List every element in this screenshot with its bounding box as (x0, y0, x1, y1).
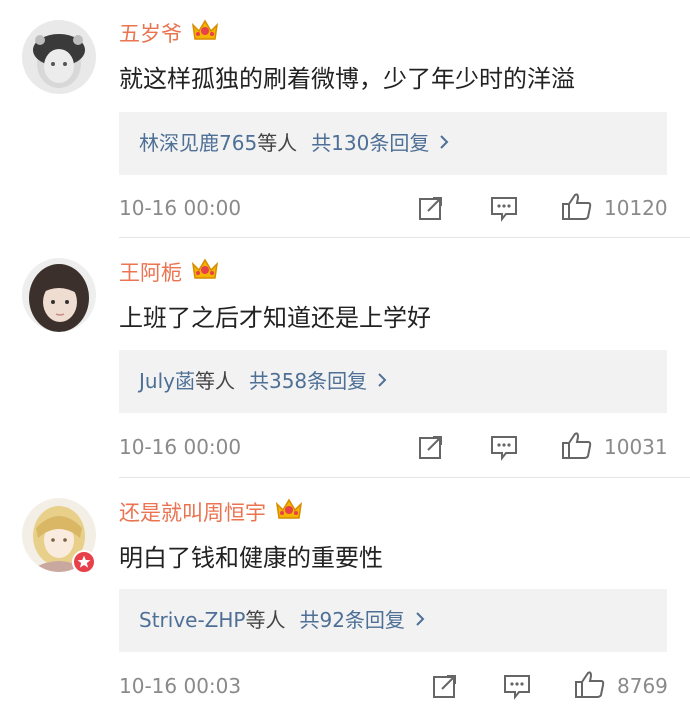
like-icon[interactable] (561, 192, 593, 226)
reply-count-link[interactable]: 共92条回复 (299, 608, 404, 632)
username[interactable]: 王阿栀 (119, 256, 220, 289)
comment-text: 上班了之后才知道还是上学好 (119, 304, 431, 332)
username-text[interactable]: 五岁爷 (119, 22, 182, 46)
comment-item: 王阿栀 上班了之后才知道还是上学好 July菡等人 共358条回复 10-16 0… (0, 238, 690, 478)
replies-box[interactable]: July菡等人 共358条回复 (119, 350, 667, 413)
crown-badge-icon (190, 17, 220, 50)
chevron-right-icon (415, 589, 425, 652)
reply-count-link[interactable]: 共358条回复 (249, 369, 367, 393)
like-icon[interactable] (574, 670, 606, 704)
timestamp: 10-16 00:00 (119, 435, 242, 459)
avatar[interactable] (22, 20, 96, 94)
reply-user-link[interactable]: July菡 (139, 369, 195, 393)
share-icon[interactable] (417, 194, 445, 226)
comment-icon[interactable] (489, 433, 519, 465)
like-count: 10031 (604, 435, 668, 459)
comment-icon[interactable] (502, 672, 532, 704)
reply-user-link[interactable]: 林深见鹿765 (139, 131, 257, 155)
reply-others-label: 等人 (257, 131, 298, 155)
comment-item: 还是就叫周恒宇 明白了钱和健康的重要性 Strive-ZHP等人 共92条回复 1… (0, 478, 690, 716)
replies-box[interactable]: Strive-ZHP等人 共92条回复 (119, 589, 667, 652)
chevron-right-icon (377, 350, 387, 413)
replies-box[interactable]: 林深见鹿765等人 共130条回复 (119, 112, 667, 175)
comment-icon[interactable] (489, 194, 519, 226)
comment-text: 明白了钱和健康的重要性 (119, 544, 383, 572)
like-count: 10120 (604, 196, 668, 220)
username[interactable]: 还是就叫周恒宇 (119, 496, 304, 529)
crown-badge-icon (274, 496, 304, 529)
reply-count-link[interactable]: 共130条回复 (311, 131, 429, 155)
avatar[interactable] (22, 258, 96, 332)
like-icon[interactable] (561, 431, 593, 465)
reply-others-label: 等人 (194, 369, 235, 393)
like-count: 8769 (617, 674, 668, 698)
timestamp: 10-16 00:03 (119, 674, 242, 698)
comment-item: 五岁爷 就这样孤独的刷着微博，少了年少时的洋溢 林深见鹿765等人 共130条回复… (0, 0, 690, 238)
reply-others-label: 等人 (245, 608, 286, 632)
timestamp: 10-16 00:00 (119, 196, 242, 220)
verified-badge-icon (72, 550, 96, 578)
username[interactable]: 五岁爷 (119, 17, 220, 50)
chevron-right-icon (439, 112, 449, 175)
share-icon[interactable] (417, 433, 445, 465)
comment-text: 就这样孤独的刷着微博，少了年少时的洋溢 (119, 65, 575, 93)
share-icon[interactable] (431, 672, 459, 704)
crown-badge-icon (190, 256, 220, 289)
username-text[interactable]: 王阿栀 (119, 261, 182, 285)
username-text[interactable]: 还是就叫周恒宇 (119, 501, 266, 525)
reply-user-link[interactable]: Strive-ZHP (139, 608, 245, 632)
